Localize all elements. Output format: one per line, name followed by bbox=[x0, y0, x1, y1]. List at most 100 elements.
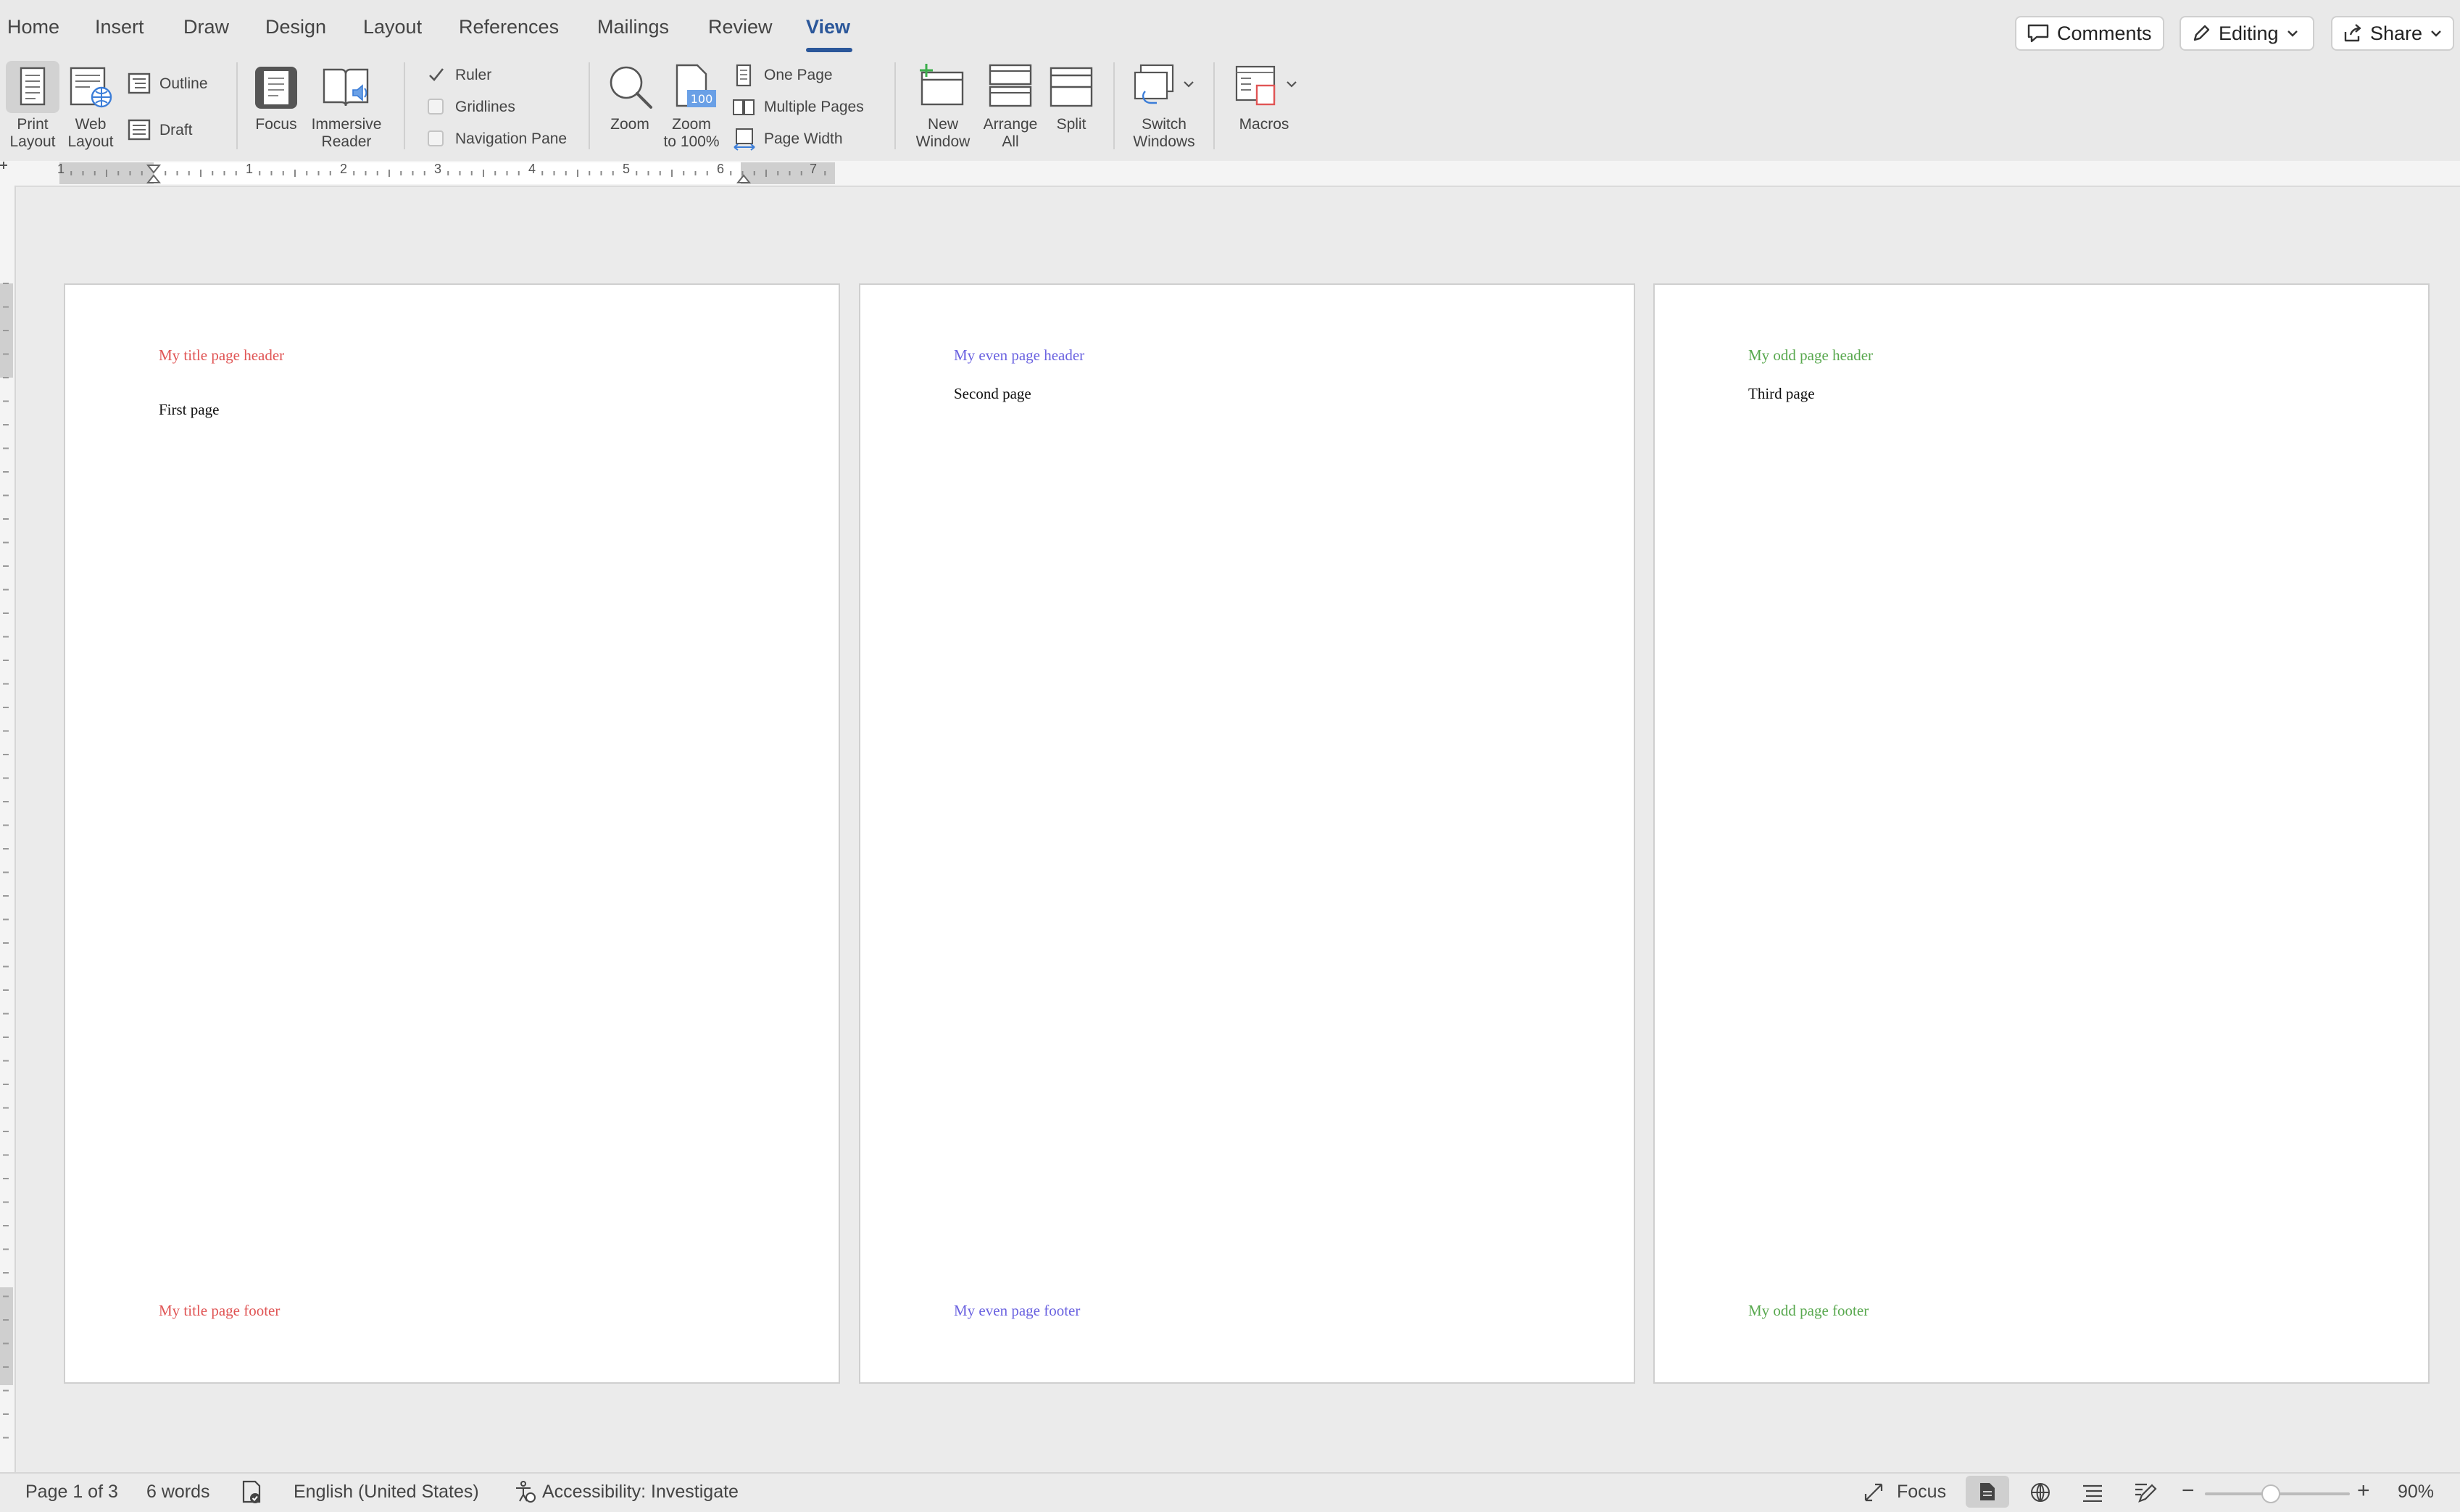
outline-view-icon[interactable] bbox=[2082, 1483, 2103, 1502]
immersive-reader-label-line1: Immersive bbox=[311, 116, 382, 133]
language-status[interactable]: English (United States) bbox=[294, 1482, 479, 1503]
zoom-icon[interactable] bbox=[607, 64, 654, 110]
focus-icon[interactable] bbox=[254, 65, 299, 110]
zoom-100-icon[interactable]: 100 bbox=[673, 64, 719, 110]
arrange-all-icon[interactable] bbox=[989, 64, 1032, 107]
multiple-pages-button[interactable]: Multiple Pages bbox=[764, 99, 864, 116]
web-layout-label[interactable]: Web Layout bbox=[64, 116, 117, 151]
print-layout-label-line2: Layout bbox=[9, 133, 56, 150]
page-footer[interactable]: My odd page footer bbox=[1748, 1302, 1869, 1320]
focus-button[interactable]: Focus bbox=[246, 116, 306, 133]
document-page-1[interactable]: My title page header First page My title… bbox=[64, 283, 840, 1384]
draft-button[interactable]: Draft bbox=[159, 122, 193, 139]
tab-insert[interactable]: Insert bbox=[95, 16, 144, 38]
navigation-pane-checkbox[interactable] bbox=[428, 130, 444, 146]
ruler-scale bbox=[0, 162, 835, 184]
ribbon-separator bbox=[894, 62, 896, 149]
new-window-icon[interactable] bbox=[918, 62, 967, 107]
split-button[interactable]: Split bbox=[1042, 116, 1100, 133]
chevron-down-icon bbox=[2287, 30, 2298, 37]
chevron-down-icon bbox=[2431, 30, 2441, 37]
zoom-100-label[interactable]: Zoom to 100% bbox=[655, 116, 728, 151]
tab-review[interactable]: Review bbox=[708, 16, 773, 38]
accessibility-status[interactable]: Accessibility: Investigate bbox=[542, 1482, 739, 1503]
page-header[interactable]: My odd page header bbox=[1748, 346, 1873, 365]
ruler-checkbox[interactable] bbox=[428, 67, 444, 83]
zoom-level[interactable]: 90% bbox=[2398, 1482, 2434, 1503]
comments-button[interactable]: Comments bbox=[2015, 16, 2164, 51]
arrange-all-label[interactable]: Arrange All bbox=[978, 116, 1043, 151]
page-body-text[interactable]: First page bbox=[159, 401, 219, 419]
focus-expand-icon[interactable] bbox=[1863, 1482, 1885, 1503]
immersive-reader-label[interactable]: Immersive Reader bbox=[304, 116, 388, 151]
print-layout-button[interactable] bbox=[6, 61, 59, 113]
web-layout-icon[interactable] bbox=[70, 67, 115, 109]
split-icon[interactable] bbox=[1050, 67, 1093, 107]
check-icon bbox=[429, 68, 444, 81]
chevron-down-icon[interactable] bbox=[1286, 80, 1297, 88]
outline-icon[interactable] bbox=[128, 72, 151, 94]
outline-button[interactable]: Outline bbox=[159, 75, 208, 93]
page-footer[interactable]: My title page footer bbox=[159, 1302, 280, 1320]
page-footer[interactable]: My even page footer bbox=[954, 1302, 1080, 1320]
document-page-2[interactable]: My even page header Second page My even … bbox=[859, 283, 1635, 1384]
macros-icon[interactable] bbox=[1234, 64, 1280, 109]
one-page-button[interactable]: One Page bbox=[764, 67, 833, 84]
page-width-button[interactable]: Page Width bbox=[764, 130, 843, 148]
page-width-icon[interactable] bbox=[732, 128, 757, 151]
vertical-ruler-scale bbox=[0, 283, 13, 1439]
ruler-number: 1 bbox=[246, 162, 254, 176]
horizontal-ruler[interactable]: 1 1 2 3 4 5 6 7 bbox=[0, 161, 2460, 187]
word-count[interactable]: 6 words bbox=[146, 1482, 210, 1503]
page-count[interactable]: Page 1 of 3 bbox=[25, 1482, 118, 1503]
ruler-number: 1 bbox=[57, 162, 65, 176]
new-window-label-line1: New bbox=[927, 116, 958, 133]
zoom-out-button[interactable]: − bbox=[2182, 1479, 2195, 1503]
draft-view-icon[interactable] bbox=[2134, 1482, 2157, 1503]
tab-draw[interactable]: Draw bbox=[183, 16, 229, 38]
tab-layout[interactable]: Layout bbox=[363, 16, 422, 38]
page-header[interactable]: My title page header bbox=[159, 346, 284, 365]
tab-references[interactable]: References bbox=[459, 16, 559, 38]
switch-windows-icon[interactable] bbox=[1131, 62, 1184, 109]
macros-button[interactable]: Macros bbox=[1228, 116, 1300, 133]
zoom-in-button[interactable]: + bbox=[2357, 1479, 2370, 1503]
vertical-ruler[interactable] bbox=[0, 186, 16, 1472]
zoom-slider-thumb[interactable] bbox=[2261, 1484, 2280, 1503]
navigation-pane-label[interactable]: Navigation Pane bbox=[455, 130, 567, 148]
svg-text:100: 100 bbox=[691, 92, 713, 106]
switch-windows-label-line2: Windows bbox=[1133, 133, 1195, 150]
print-layout-label-line1: Print bbox=[17, 116, 49, 133]
share-button[interactable]: Share bbox=[2331, 16, 2454, 51]
proofing-icon[interactable] bbox=[239, 1480, 264, 1505]
new-window-label[interactable]: New Window bbox=[910, 116, 976, 151]
tab-design[interactable]: Design bbox=[265, 16, 326, 38]
gridlines-label[interactable]: Gridlines bbox=[455, 99, 515, 116]
tab-view[interactable]: View bbox=[806, 16, 850, 38]
web-layout-view-icon[interactable] bbox=[2029, 1482, 2051, 1503]
tab-home[interactable]: Home bbox=[7, 16, 59, 38]
ruler-number: 5 bbox=[623, 162, 631, 176]
zoom-button[interactable]: Zoom bbox=[600, 116, 660, 133]
ribbon-separator bbox=[404, 62, 405, 149]
print-layout-view-button[interactable] bbox=[1966, 1476, 2009, 1508]
tab-mailings[interactable]: Mailings bbox=[597, 16, 669, 38]
ribbon-separator bbox=[236, 62, 238, 149]
switch-windows-label[interactable]: Switch Windows bbox=[1123, 116, 1205, 151]
page-header[interactable]: My even page header bbox=[954, 346, 1084, 365]
one-page-icon[interactable] bbox=[734, 64, 754, 87]
immersive-reader-icon[interactable] bbox=[321, 65, 372, 110]
gridlines-checkbox[interactable] bbox=[428, 99, 444, 115]
new-window-label-line2: Window bbox=[915, 133, 971, 150]
focus-mode-button[interactable]: Focus bbox=[1897, 1482, 1946, 1503]
document-page-3[interactable]: My odd page header Third page My odd pag… bbox=[1653, 283, 2430, 1384]
chevron-down-icon[interactable] bbox=[1183, 80, 1194, 88]
editing-button[interactable]: Editing bbox=[2179, 16, 2314, 51]
arrange-all-label-line1: Arrange bbox=[983, 116, 1038, 133]
page-body-text[interactable]: Second page bbox=[954, 385, 1031, 403]
multiple-pages-icon[interactable] bbox=[732, 97, 755, 117]
ruler-label[interactable]: Ruler bbox=[455, 67, 491, 84]
draft-icon[interactable] bbox=[128, 119, 151, 141]
accessibility-icon[interactable] bbox=[513, 1480, 536, 1503]
page-body-text[interactable]: Third page bbox=[1748, 385, 1815, 403]
